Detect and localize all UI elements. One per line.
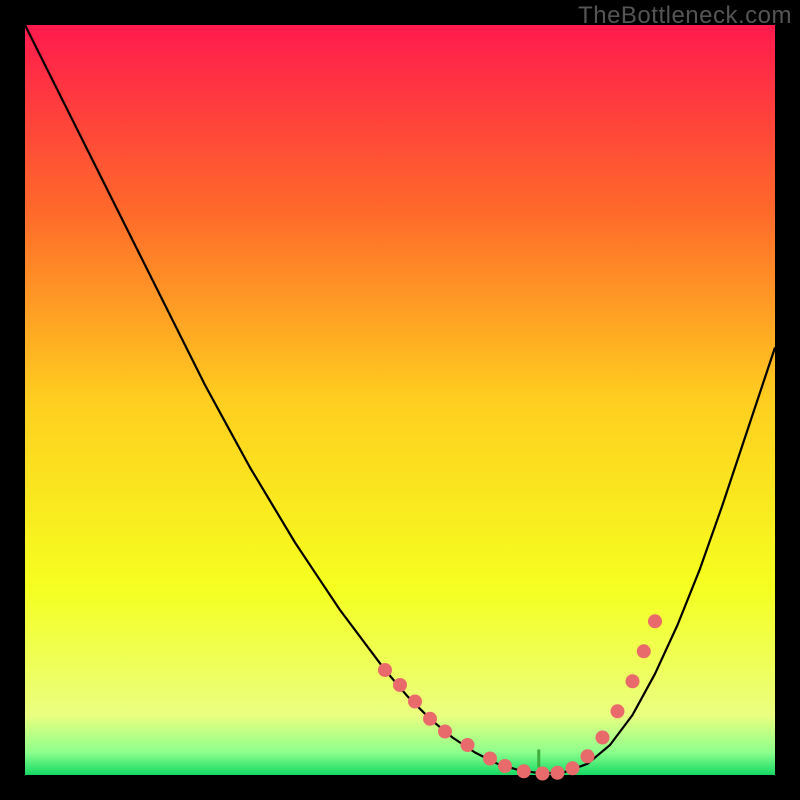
highlight-dot [438, 725, 452, 739]
plot-background [25, 25, 775, 775]
highlight-dot [517, 764, 531, 778]
highlight-dot [596, 731, 610, 745]
highlight-dot [581, 749, 595, 763]
highlight-dot [626, 674, 640, 688]
watermark-text: TheBottleneck.com [578, 2, 792, 30]
highlight-dot [566, 761, 580, 775]
highlight-dot [498, 759, 512, 773]
highlight-dot [648, 614, 662, 628]
highlight-dot [378, 663, 392, 677]
highlight-dot [461, 738, 475, 752]
highlight-dot [393, 678, 407, 692]
highlight-dot [637, 644, 651, 658]
highlight-dot [423, 712, 437, 726]
chart-container: TheBottleneck.com [0, 0, 800, 800]
highlight-dot [536, 767, 550, 781]
highlight-dot [611, 704, 625, 718]
highlight-dot [483, 752, 497, 766]
highlight-dot [551, 766, 565, 780]
bottleneck-chart [0, 0, 800, 800]
highlight-dot [408, 695, 422, 709]
green-band-marker [537, 750, 540, 768]
